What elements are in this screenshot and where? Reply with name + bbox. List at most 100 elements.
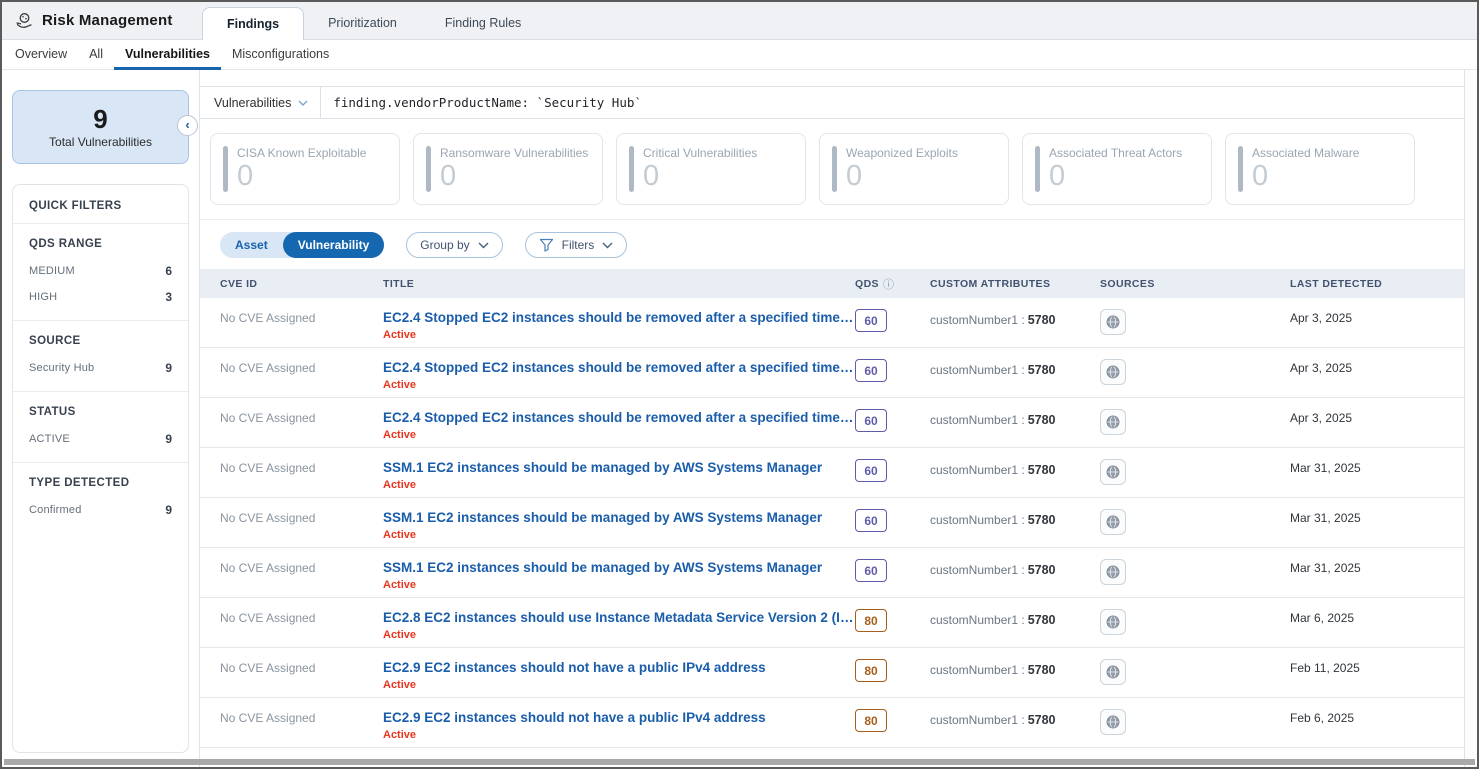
sources-cell <box>1100 448 1290 485</box>
quick-filters-panel: QUICK FILTERS QDS RANGE MEDIUM 6 <box>12 184 189 753</box>
total-vulnerabilities-card[interactable]: 9 Total Vulnerabilities ‹ <box>12 90 189 164</box>
stat-card[interactable]: Ransomware Vulnerabilities 0 <box>413 133 603 205</box>
info-icon[interactable]: ⓘ <box>883 276 894 292</box>
sources-cell <box>1100 498 1290 535</box>
stat-cards: CISA Known Exploitable 0 Ransomware Vuln… <box>200 119 1464 219</box>
filters-button[interactable]: Filters <box>525 232 628 258</box>
filter-item[interactable]: Confirmed 9 <box>29 503 172 517</box>
title-cell: SSM.1 EC2 instances should be managed by… <box>383 498 855 541</box>
horizontal-scrollbar[interactable] <box>4 759 1475 765</box>
finding-title-link[interactable]: EC2.9 EC2 instances should not have a pu… <box>383 709 855 725</box>
vertical-scrollbar-track[interactable] <box>1464 70 1477 767</box>
sources-cell <box>1100 348 1290 385</box>
tab-prioritization[interactable]: Prioritization <box>304 7 421 39</box>
source-icon-button[interactable] <box>1100 309 1126 335</box>
qds-cell: 60 <box>855 498 930 532</box>
table-row: No CVE Assigned SSM.1 EC2 instances shou… <box>200 498 1464 548</box>
source-icon-button[interactable] <box>1100 559 1126 585</box>
column-header-sources[interactable]: SOURCES <box>1100 278 1290 290</box>
stat-card[interactable]: Associated Malware 0 <box>1225 133 1415 205</box>
finding-title-link[interactable]: EC2.4 Stopped EC2 instances should be re… <box>383 359 855 375</box>
subtab-misconfigurations[interactable]: Misconfigurations <box>221 40 340 70</box>
table-row: No CVE Assigned EC2.9 EC2 instances shou… <box>200 648 1464 698</box>
sources-cell <box>1100 298 1290 335</box>
custom-attribute-key: customNumber1 : <box>930 613 1025 627</box>
filter-item-count: 3 <box>165 290 172 304</box>
filters-label: Filters <box>562 238 595 252</box>
qds-badge: 60 <box>855 309 887 332</box>
filter-item[interactable]: MEDIUM 6 <box>29 264 172 278</box>
last-detected-cell: Mar 6, 2025 <box>1290 598 1450 625</box>
finding-title-link[interactable]: EC2.4 Stopped EC2 instances should be re… <box>383 309 855 325</box>
custom-attributes-cell: customNumber1 :5780 <box>930 498 1100 527</box>
source-icon-button[interactable] <box>1100 359 1126 385</box>
source-icon-button[interactable] <box>1100 459 1126 485</box>
group-by-label: Group by <box>420 238 469 252</box>
filter-item[interactable]: Security Hub 9 <box>29 361 172 375</box>
source-icon-button[interactable] <box>1100 409 1126 435</box>
filter-items: Security Hub 9 <box>29 361 172 375</box>
custom-attributes-cell: customNumber1 :5780 <box>930 598 1100 627</box>
filter-section-title: SOURCE <box>29 335 172 347</box>
tab-finding-rules[interactable]: Finding Rules <box>421 7 545 39</box>
source-icon-button[interactable] <box>1100 659 1126 685</box>
stat-card[interactable]: Critical Vulnerabilities 0 <box>616 133 806 205</box>
table-row: No CVE Assigned EC2.8 EC2 instances shou… <box>200 598 1464 648</box>
custom-attribute-value: 5780 <box>1028 413 1056 427</box>
stat-card[interactable]: CISA Known Exploitable 0 <box>210 133 400 205</box>
subtab-overview[interactable]: Overview <box>4 40 78 70</box>
search-scope-label: Vulnerabilities <box>214 96 291 110</box>
qds-badge: 80 <box>855 659 887 682</box>
filter-items: MEDIUM 6 HIGH 3 <box>29 264 172 304</box>
tab-findings[interactable]: Findings <box>202 7 304 40</box>
source-icon-button[interactable] <box>1100 509 1126 535</box>
filter-item-label: MEDIUM <box>29 265 75 277</box>
globe-icon <box>1105 464 1121 480</box>
cve-id-cell: No CVE Assigned <box>220 398 383 425</box>
status-badge: Active <box>383 679 855 691</box>
finding-title-link[interactable]: EC2.8 EC2 instances should use Instance … <box>383 609 855 625</box>
column-header-custom-attributes[interactable]: CUSTOM ATTRIBUTES <box>930 278 1100 290</box>
qds-badge: 60 <box>855 559 887 582</box>
status-badge: Active <box>383 379 855 391</box>
title-cell: EC2.4 Stopped EC2 instances should be re… <box>383 298 855 341</box>
finding-title-link[interactable]: SSM.1 EC2 instances should be managed by… <box>383 459 855 475</box>
findings-panel: Asset Vulnerability Group by Filters <box>200 219 1464 748</box>
filter-item[interactable]: HIGH 3 <box>29 290 172 304</box>
finding-title-link[interactable]: SSM.1 EC2 instances should be managed by… <box>383 509 855 525</box>
total-vulnerabilities-count: 9 <box>93 105 107 134</box>
globe-icon <box>1105 664 1121 680</box>
stat-card-bar <box>223 146 228 192</box>
source-icon-button[interactable] <box>1100 609 1126 635</box>
subtab-vulnerabilities[interactable]: Vulnerabilities <box>114 40 221 70</box>
asset-toggle-button[interactable]: Asset <box>220 232 283 258</box>
source-icon-button[interactable] <box>1100 709 1126 735</box>
table-row: No CVE Assigned EC2.4 Stopped EC2 instan… <box>200 298 1464 348</box>
group-by-button[interactable]: Group by <box>406 232 502 258</box>
qds-badge: 80 <box>855 709 887 732</box>
collapse-sidebar-button[interactable]: ‹ <box>177 115 198 136</box>
vulnerability-toggle-button[interactable]: Vulnerability <box>283 232 385 258</box>
column-header-qds[interactable]: QDS ⓘ <box>855 276 930 292</box>
search-scope-dropdown[interactable]: Vulnerabilities <box>200 87 321 118</box>
table-row: No CVE Assigned SSM.1 EC2 instances shou… <box>200 548 1464 598</box>
finding-title-link[interactable]: SSM.1 EC2 instances should be managed by… <box>383 559 855 575</box>
filter-item[interactable]: ACTIVE 9 <box>29 432 172 446</box>
funnel-icon <box>539 238 554 252</box>
column-header-title[interactable]: TITLE <box>383 278 855 290</box>
sources-cell <box>1100 648 1290 685</box>
finding-title-link[interactable]: EC2.4 Stopped EC2 instances should be re… <box>383 409 855 425</box>
stat-card[interactable]: Associated Threat Actors 0 <box>1022 133 1212 205</box>
table-row: No CVE Assigned EC2.9 EC2 instances shou… <box>200 698 1464 748</box>
column-header-cve-id[interactable]: CVE ID <box>220 278 383 290</box>
cve-id-cell: No CVE Assigned <box>220 498 383 525</box>
subtab-all[interactable]: All <box>78 40 114 70</box>
stat-card[interactable]: Weaponized Exploits 0 <box>819 133 1009 205</box>
custom-attribute-key: customNumber1 : <box>930 413 1025 427</box>
column-header-last-detected[interactable]: LAST DETECTED <box>1290 278 1450 290</box>
search-query-input[interactable]: finding.vendorProductName: `Security Hub… <box>321 87 1464 118</box>
stat-card-value: 0 <box>643 161 757 191</box>
custom-attribute-key: customNumber1 : <box>930 563 1025 577</box>
stat-card-bar <box>1035 146 1040 192</box>
finding-title-link[interactable]: EC2.9 EC2 instances should not have a pu… <box>383 659 855 675</box>
